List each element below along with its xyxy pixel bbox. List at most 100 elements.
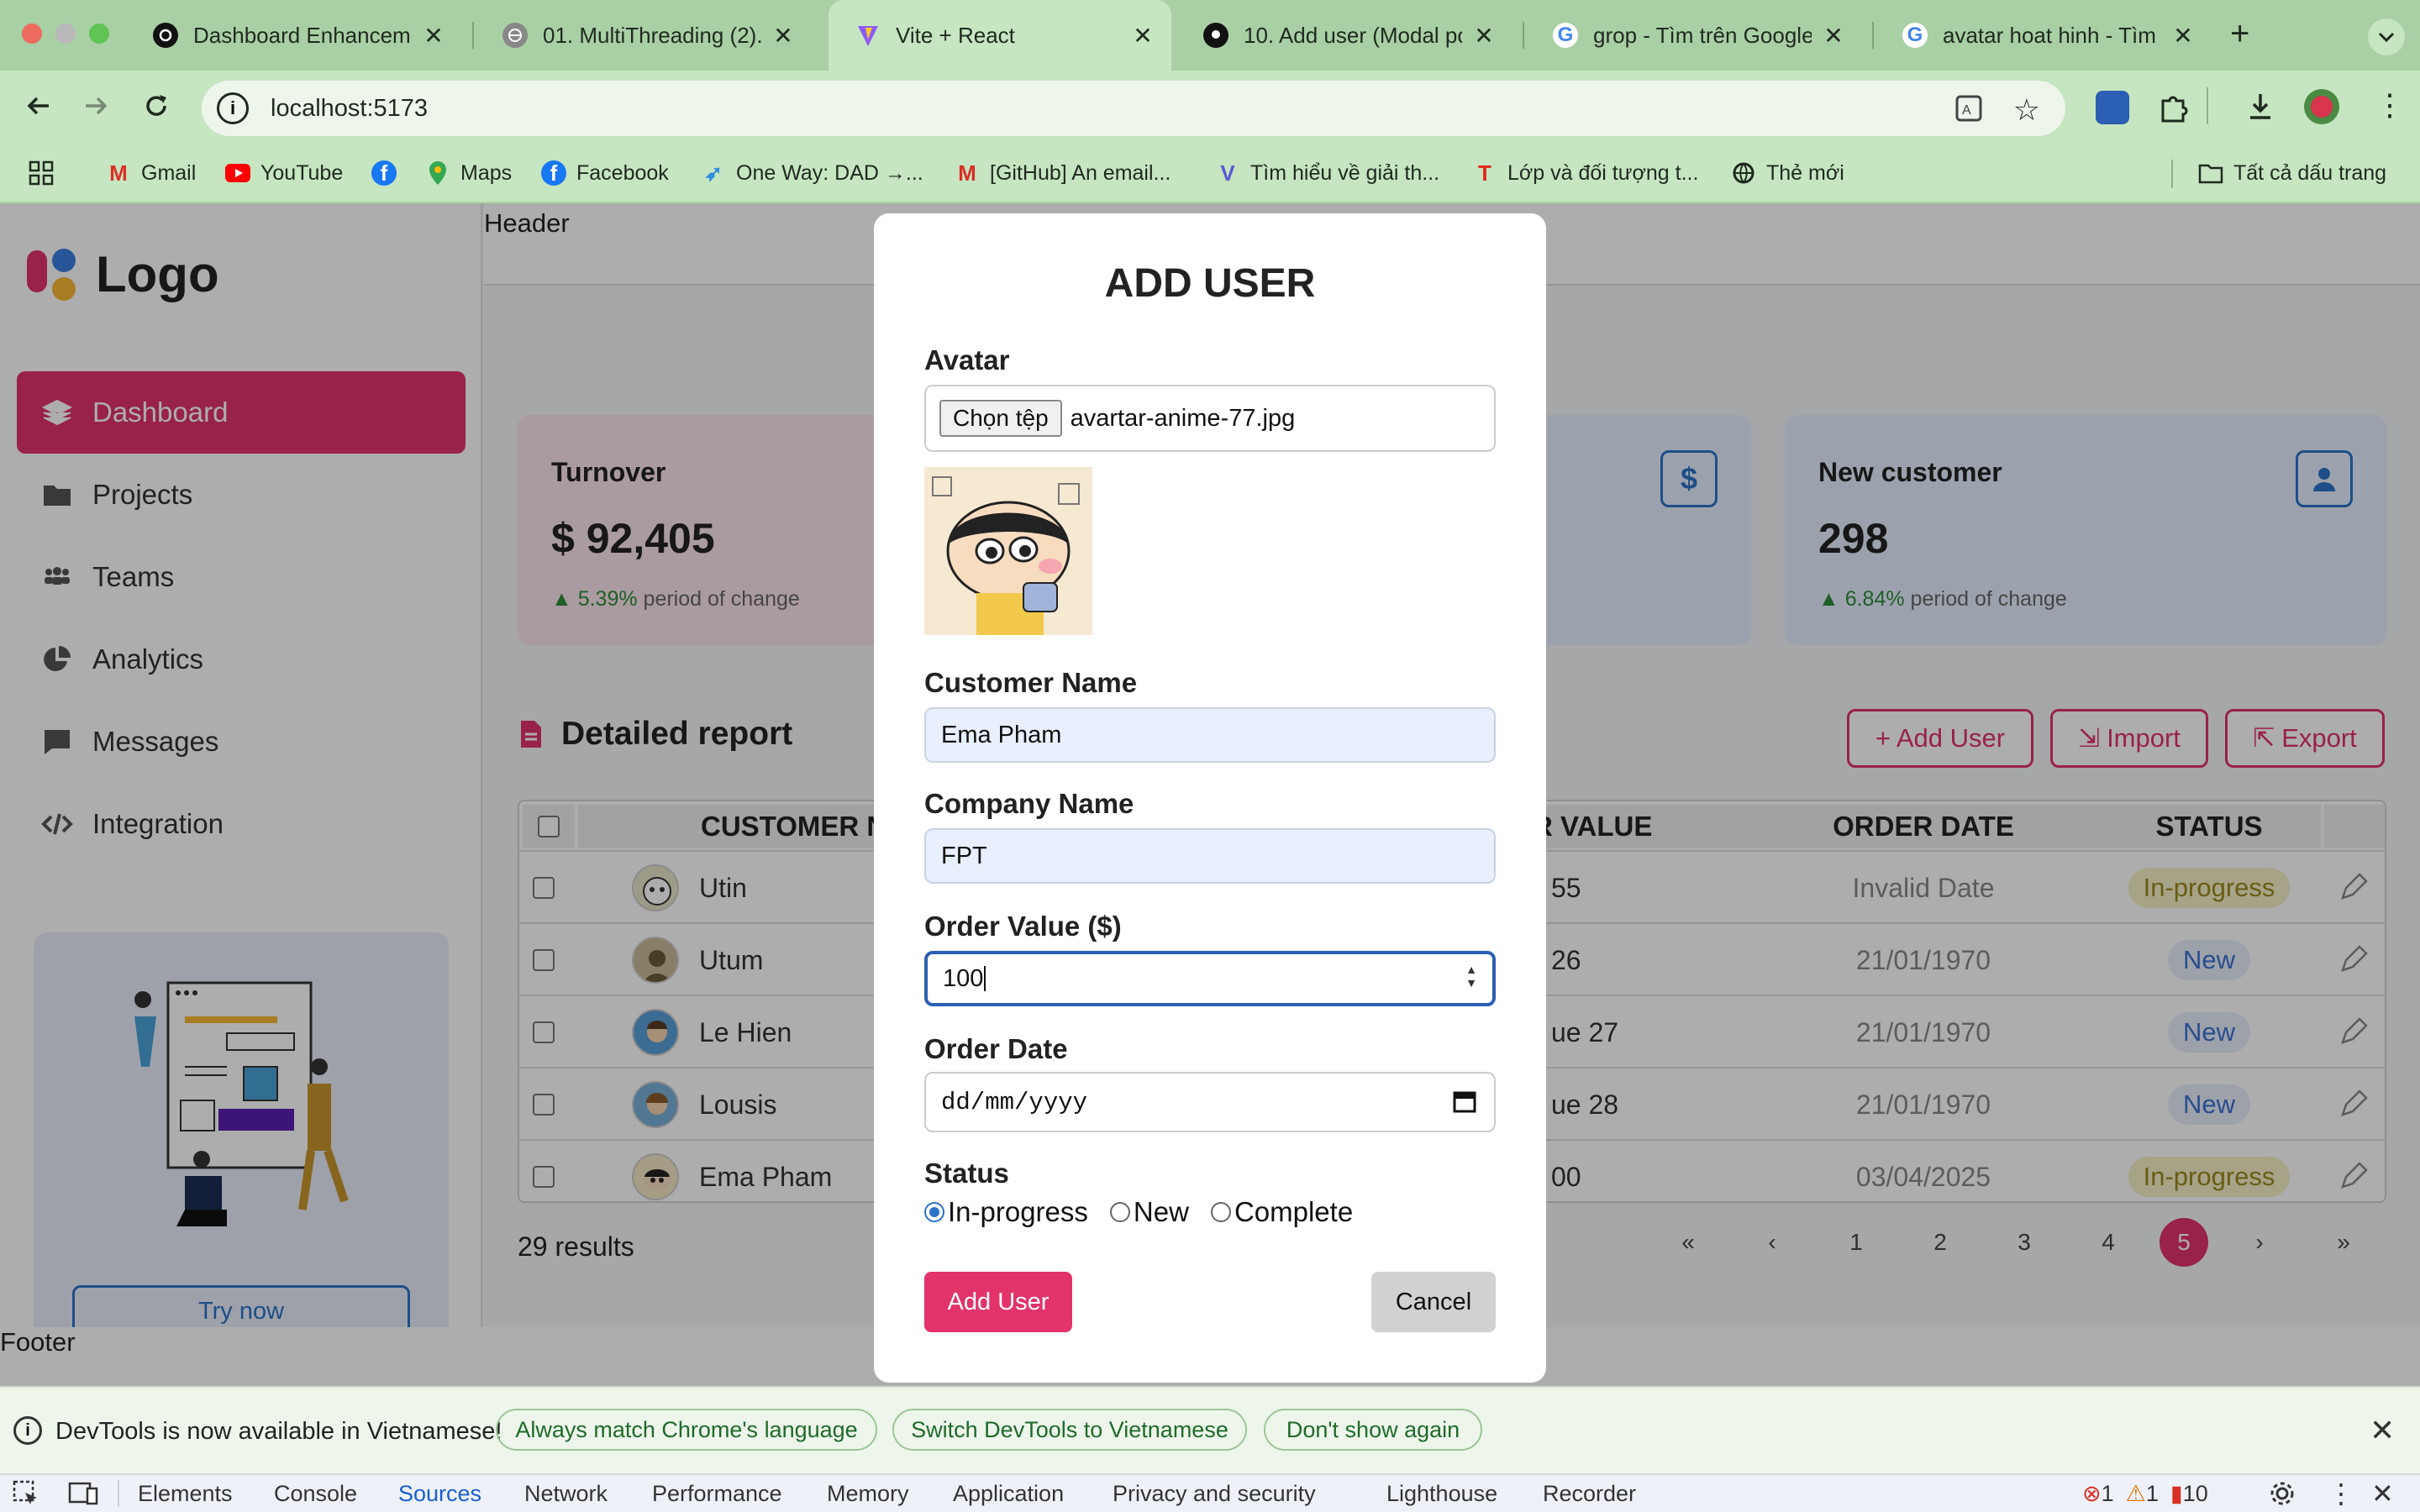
customer-name-input[interactable]: Ema Pham: [924, 707, 1496, 763]
devtools-tab-lighthouse[interactable]: Lighthouse: [1386, 1475, 1497, 1512]
bookmark-lop-doi-tuong[interactable]: T Lớp và đối tượng t...: [1472, 148, 1698, 198]
inspect-element-icon[interactable]: [12, 1475, 40, 1512]
submit-add-user-button[interactable]: Add User: [924, 1272, 1072, 1332]
status-new-radio[interactable]: New: [1109, 1196, 1189, 1228]
bookmark-gmail[interactable]: M Gmail: [106, 148, 196, 198]
svg-text:A: A: [1962, 103, 1971, 118]
close-tab-icon[interactable]: ✕: [2171, 22, 2195, 50]
openai-icon: [153, 23, 178, 48]
bookmark-facebook[interactable]: f Facebook: [541, 148, 669, 198]
browser-tab-active[interactable]: Vite + React ✕: [829, 0, 1171, 71]
devtools-issue-counters[interactable]: ⊗ 1 ⚠ 1 ▮ 10: [2082, 1475, 2208, 1512]
devtools-tab-privacy[interactable]: Privacy and security: [1113, 1475, 1316, 1512]
avatar-file-input[interactable]: Chọn tệp avartar-anime-77.jpg: [924, 385, 1496, 452]
tab-divider: [472, 22, 474, 49]
browser-tab[interactable]: G grop - Tìm trên Google ✕: [1526, 0, 1862, 71]
address-bar[interactable]: i localhost:5173 A ☆: [202, 81, 2065, 136]
tab-divider: [1523, 22, 1524, 49]
order-date-input[interactable]: dd/mm/yyyy: [924, 1072, 1496, 1132]
new-tab-icon[interactable]: +: [2230, 15, 2249, 53]
bookmark-the-moi[interactable]: Thẻ mới: [1731, 148, 1844, 198]
device-toolbar-icon[interactable]: [67, 1475, 99, 1512]
choose-file-button[interactable]: Chọn tệp: [939, 400, 1062, 437]
browser-tab[interactable]: G avatar hoat hinh - Tìm t ✕: [1876, 0, 2212, 71]
browser-tab[interactable]: Dashboard Enhancemen ✕: [126, 0, 462, 71]
v-icon: V: [1220, 160, 1235, 186]
window-minimize-button[interactable]: [55, 24, 76, 44]
bookmark-label: Gmail: [141, 160, 197, 185]
back-arrow-icon[interactable]: [24, 91, 54, 121]
devtools-tab-network[interactable]: Network: [524, 1475, 608, 1512]
tab-search-icon[interactable]: [2368, 18, 2405, 55]
devtools-tab-sources-active[interactable]: Sources: [398, 1475, 481, 1512]
browser-tab[interactable]: 01. MultiThreading (2).p ✕: [476, 0, 812, 71]
translate-icon[interactable]: A: [1954, 94, 1983, 123]
bookmark-youtube[interactable]: YouTube: [225, 148, 343, 198]
number-stepper-icon[interactable]: ▲ ▼: [1465, 963, 1477, 990]
devtools-tab-recorder[interactable]: Recorder: [1543, 1475, 1636, 1512]
company-name-label: Company Name: [924, 788, 1134, 819]
devtools-tab-memory[interactable]: Memory: [827, 1475, 909, 1512]
google-icon: G: [1902, 23, 1928, 48]
devtools-tab-console[interactable]: Console: [274, 1475, 357, 1512]
all-bookmarks-button[interactable]: Tất cả dấu trang: [2198, 148, 2386, 198]
devtools-more-kebab-icon[interactable]: ⋮: [2328, 1475, 2354, 1512]
gmail-icon: M: [109, 160, 128, 186]
bookmark-github-email[interactable]: M [GitHub] An email...: [955, 148, 1171, 198]
order-value-label: Order Value ($): [924, 911, 1122, 942]
add-user-modal: ADD USER Avatar Chọn tệp avartar-anime-7…: [874, 213, 1546, 1383]
bookmark-maps[interactable]: Maps: [425, 148, 512, 198]
window-close-button[interactable]: [22, 24, 42, 44]
site-info-icon[interactable]: i: [217, 92, 249, 124]
switch-to-vietnamese-button[interactable]: Switch DevTools to Vietnamese: [892, 1409, 1247, 1451]
devtools-tab-elements[interactable]: Elements: [138, 1475, 233, 1512]
profile-avatar[interactable]: [2304, 89, 2339, 124]
issues-count: 10: [2182, 1480, 2208, 1506]
customer-name-label: Customer Name: [924, 667, 1138, 698]
t-icon: T: [1478, 160, 1491, 186]
always-match-language-button[interactable]: Always match Chrome's language: [496, 1409, 877, 1451]
gmail-icon: M: [958, 160, 976, 186]
bookmark-oneway[interactable]: ➶ One Way: DAD →...: [701, 148, 923, 198]
status-in-progress-radio[interactable]: In-progress: [924, 1196, 1088, 1228]
vite-icon: [855, 23, 881, 48]
bookmark-giai-thuat[interactable]: V Tìm hiểu về giải th...: [1215, 148, 1439, 198]
facebook-icon: f: [541, 160, 566, 186]
devtools-tab-application[interactable]: Application: [953, 1475, 1064, 1512]
status-label: Status: [924, 1158, 1009, 1189]
close-tab-icon[interactable]: ✕: [1131, 22, 1155, 50]
close-infobar-icon[interactable]: ✕: [2370, 1413, 2395, 1448]
bookmark-star-icon[interactable]: ☆: [2013, 92, 2040, 128]
tab-title: grop - Tìm trên Google: [1593, 22, 1812, 48]
company-name-input[interactable]: FPT: [924, 828, 1496, 884]
calendar-icon[interactable]: [1452, 1089, 1477, 1114]
extensions-puzzle-icon[interactable]: [2156, 91, 2190, 124]
close-tab-icon[interactable]: ✕: [422, 22, 445, 50]
status-complete-radio[interactable]: Complete: [1210, 1196, 1353, 1228]
devtools-settings-gear-icon[interactable]: [2269, 1475, 2296, 1512]
order-date-placeholder: dd/mm/yyyy: [941, 1088, 1088, 1116]
extension-icon[interactable]: [2096, 91, 2129, 124]
close-tab-icon[interactable]: ✕: [1472, 22, 1496, 50]
devtools-tab-performance[interactable]: Performance: [652, 1475, 782, 1512]
info-icon: i: [13, 1416, 42, 1445]
download-icon[interactable]: [2244, 89, 2277, 123]
devtools-close-icon[interactable]: ✕: [2371, 1475, 2394, 1512]
forward-arrow-icon[interactable]: [81, 91, 111, 121]
close-tab-icon[interactable]: ✕: [1822, 22, 1845, 50]
bookmark-facebook-icon-only[interactable]: f: [371, 148, 407, 198]
apps-grid-icon[interactable]: [29, 148, 54, 198]
menu-kebab-icon[interactable]: ⋮: [2375, 87, 2405, 123]
error-icon: ⊗: [2082, 1480, 2102, 1506]
devtools-notice: DevTools is now available in Vietnamese!: [55, 1418, 502, 1445]
order-value-input[interactable]: 100 ▲ ▼: [924, 951, 1496, 1006]
dont-show-again-button[interactable]: Don't show again: [1264, 1409, 1482, 1451]
reload-icon[interactable]: [141, 91, 171, 121]
browser-tab[interactable]: 10. Add user (Modal pos ✕: [1176, 0, 1512, 71]
bookmark-label: YouTube: [260, 160, 344, 185]
close-tab-icon[interactable]: ✕: [771, 22, 795, 50]
window-zoom-button[interactable]: [89, 24, 109, 44]
cancel-button[interactable]: Cancel: [1371, 1272, 1496, 1332]
bookmark-label: Tất cả dấu trang: [2233, 160, 2387, 185]
text-cursor: [984, 966, 986, 991]
